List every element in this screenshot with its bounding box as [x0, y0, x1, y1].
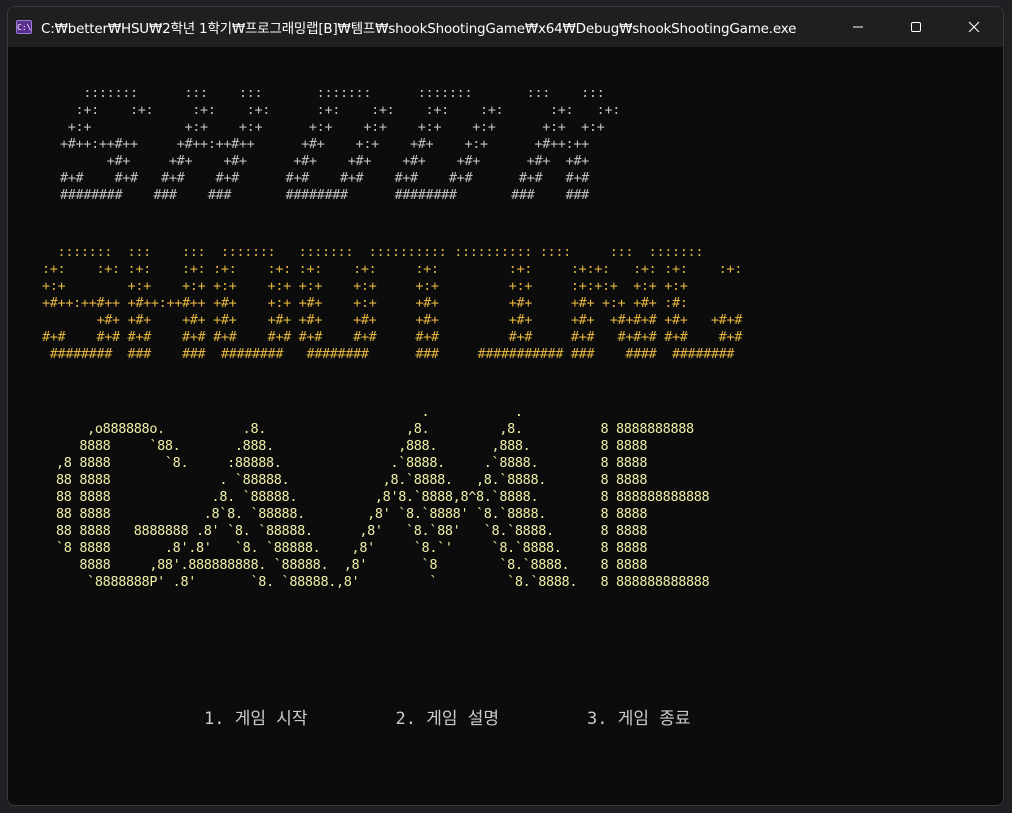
minimize-button[interactable] — [829, 7, 887, 47]
ascii-title-shook: ::::::: ::: ::: ::::::: ::::::: ::: ::: … — [60, 85, 620, 203]
ascii-title-shooting: ::::::: ::: ::: ::::::: ::::::: ::::::::… — [42, 244, 742, 362]
title-bar[interactable]: C:\ C:₩better₩HSU₩2학년 1학기₩프로그래밍랩[B]₩템프₩s… — [8, 7, 1003, 47]
close-button[interactable] — [945, 7, 1003, 47]
maximize-button[interactable] — [887, 7, 945, 47]
close-icon — [968, 21, 980, 33]
window-controls — [829, 7, 1003, 47]
maximize-icon — [911, 22, 921, 32]
menu-start-game[interactable]: 1. 게임 시작 — [204, 704, 308, 729]
ascii-title-game: . . ,o888888o. .8. ,8. ,8. 8 8888888888 … — [56, 404, 710, 590]
console-app-icon: C:\ — [16, 20, 32, 34]
console-window: C:\ C:₩better₩HSU₩2학년 1학기₩프로그래밍랩[B]₩템프₩s… — [7, 6, 1004, 806]
window-title: C:₩better₩HSU₩2학년 1학기₩프로그래밍랩[B]₩템프₩shook… — [41, 21, 797, 37]
minimize-icon — [853, 26, 863, 28]
main-menu: 1. 게임 시작 2. 게임 설명 3. 게임 종료 — [204, 704, 691, 729]
console-output[interactable]: ::::::: ::: ::: ::::::: ::::::: ::: ::: … — [8, 47, 1003, 805]
menu-game-help[interactable]: 2. 게임 설명 — [396, 704, 500, 729]
menu-exit-game[interactable]: 3. 게임 종료 — [587, 704, 691, 729]
